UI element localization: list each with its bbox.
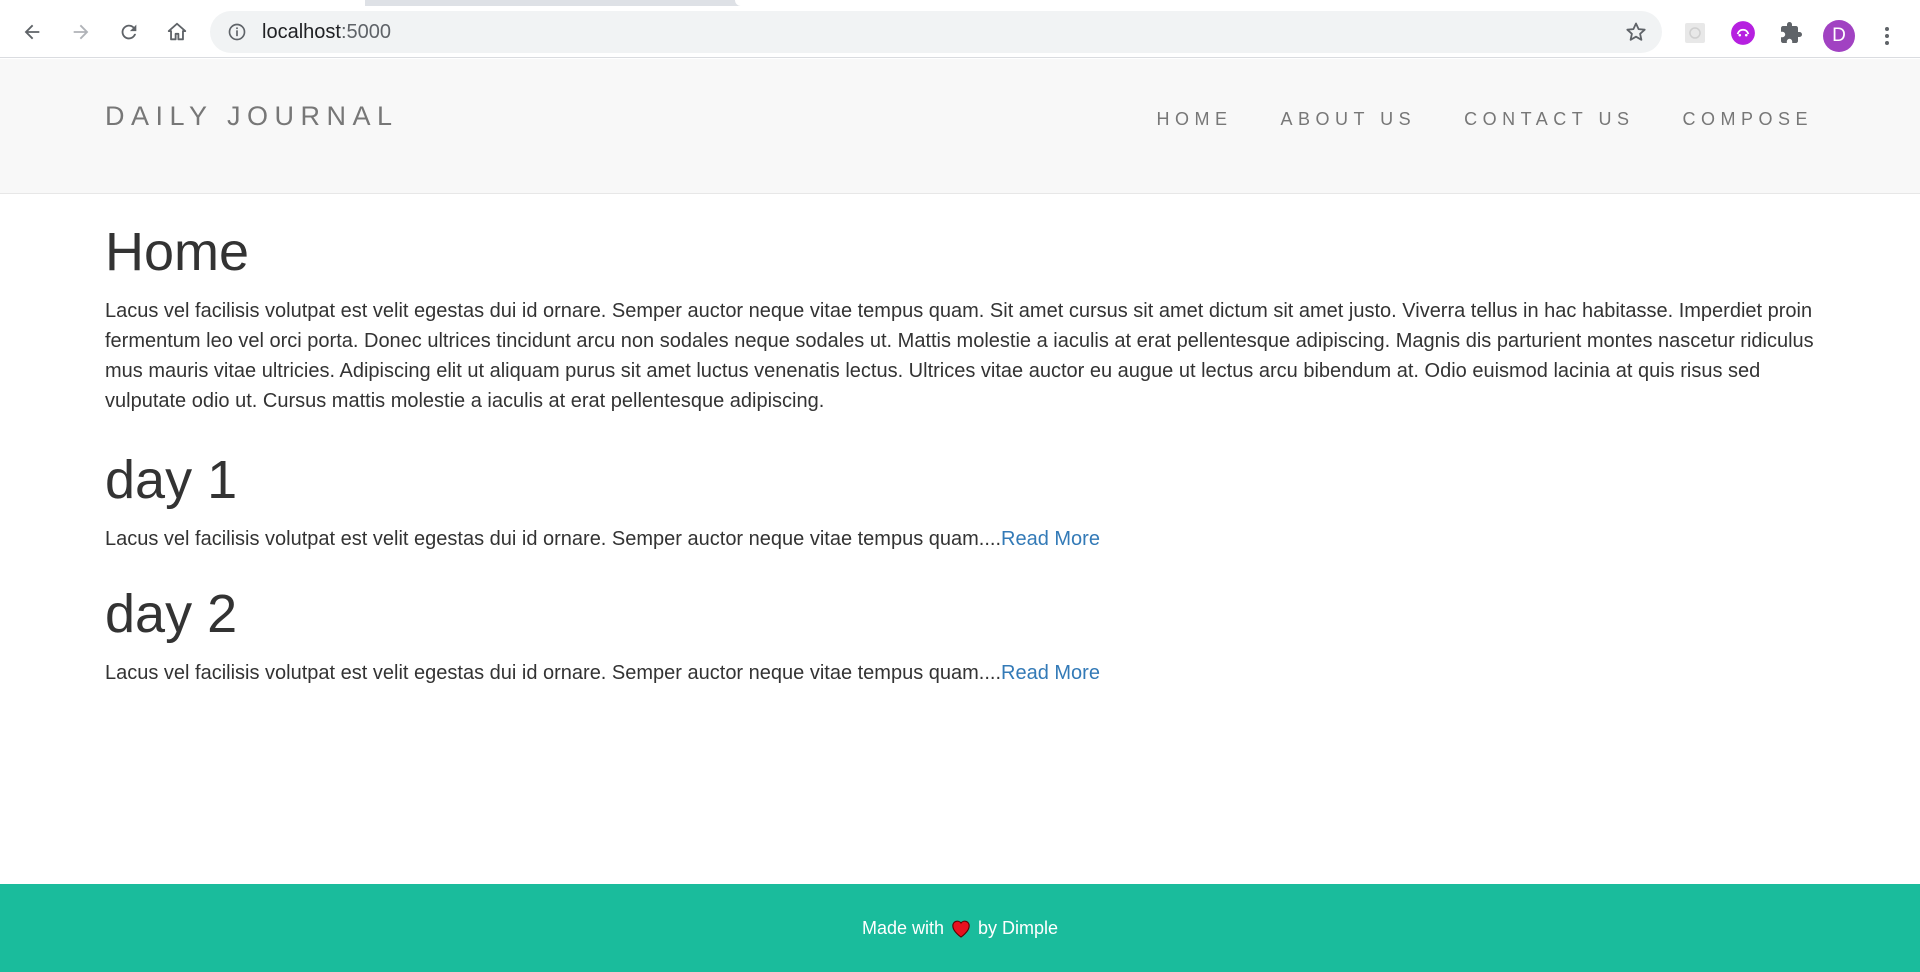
profile-avatar[interactable]: D (1823, 20, 1855, 52)
footer: Made with by Dimple (0, 884, 1920, 972)
footer-text: Made with by Dimple (862, 918, 1058, 939)
page-title: Home (105, 222, 250, 282)
nav-link-home[interactable]: HOME (1156, 109, 1232, 130)
post-title: day 1 (105, 450, 238, 510)
reload-button[interactable] (111, 14, 147, 50)
post-excerpt: Lacus vel facilisis volutpat est velit e… (105, 658, 1817, 688)
read-more-link[interactable]: Read More (1001, 528, 1100, 550)
browser-toolbar: localhost:5000 D (0, 6, 1920, 58)
post-excerpt: Lacus vel facilisis volutpat est velit e… (105, 524, 1817, 554)
url-host: localhost (262, 20, 341, 43)
kebab-menu-icon[interactable] (1875, 20, 1899, 52)
nav-link-compose[interactable]: COMPOSE (1682, 109, 1813, 130)
post-excerpt-text: Lacus vel facilisis volutpat est velit e… (105, 662, 1002, 684)
footer-suffix: by Dimple (978, 917, 1059, 938)
extension-icon[interactable] (1729, 19, 1757, 47)
extension-icon[interactable] (1681, 19, 1709, 47)
star-icon[interactable] (1624, 20, 1648, 44)
post-item: day 1 Lacus vel facilisis volutpat est v… (105, 450, 1817, 554)
nav-link-contact-us[interactable]: CONTACT US (1464, 109, 1634, 130)
intro-paragraph: Lacus vel facilisis volutpat est velit e… (105, 300, 1814, 412)
address-bar[interactable]: localhost:5000 (210, 11, 1662, 53)
site-navbar: DAILY JOURNAL HOME ABOUT US CONTACT US C… (0, 59, 1920, 194)
info-icon[interactable] (226, 21, 248, 43)
forward-button[interactable] (63, 14, 99, 50)
footer-prefix: Made with (861, 917, 944, 938)
home-icon (167, 22, 187, 41)
forward-icon (73, 24, 89, 40)
nav-link-about-us[interactable]: ABOUT US (1280, 109, 1416, 130)
home-button[interactable] (159, 14, 195, 50)
post-title: day 2 (105, 584, 238, 644)
puzzle-icon[interactable] (1777, 19, 1805, 47)
brand-logo[interactable]: DAILY JOURNAL (105, 101, 399, 132)
url-text[interactable]: localhost:5000 (262, 21, 391, 44)
post-excerpt-text: Lacus vel facilisis volutpat est velit e… (105, 528, 1002, 550)
nav-menu: HOME ABOUT US CONTACT US COMPOSE (1156, 109, 1813, 130)
reload-icon (121, 24, 137, 40)
main-content: Home Lacus vel facilisis volutpat est ve… (105, 194, 1817, 688)
read-more-link[interactable]: Read More (1001, 662, 1100, 684)
url-port: :5000 (340, 20, 391, 43)
back-button[interactable] (14, 14, 50, 50)
heart-icon (952, 920, 970, 938)
post-item: day 2 Lacus vel facilisis volutpat est v… (105, 584, 1817, 688)
back-icon (24, 24, 40, 40)
